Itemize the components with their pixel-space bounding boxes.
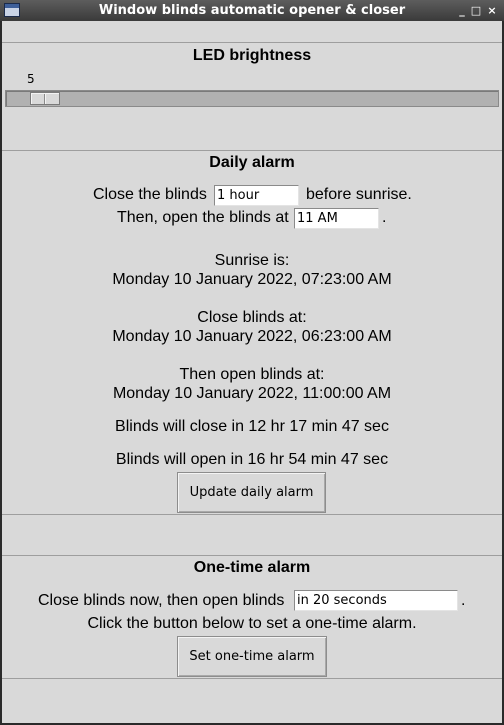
close-icon[interactable]: × xyxy=(485,0,499,21)
close-countdown: Blinds will close in 12 hr 17 min 47 sec xyxy=(115,418,389,435)
one-time-prefix: Close blinds now, then open blinds xyxy=(38,592,285,609)
slider-value-label: 5 xyxy=(27,72,35,86)
one-time-suffix: . xyxy=(461,592,466,609)
close-at-value: Monday 10 January 2022, 06:23:00 AM xyxy=(112,328,392,345)
one-time-instruction: Click the button below to set a one-time… xyxy=(87,615,417,632)
open-countdown: Blinds will open in 16 hr 54 min 47 sec xyxy=(115,451,389,468)
slider-thumb[interactable] xyxy=(30,92,60,105)
open-blinds-suffix: . xyxy=(382,209,387,226)
maximize-icon[interactable]: □ xyxy=(469,0,483,21)
sunrise-value: Monday 10 January 2022, 07:23:00 AM xyxy=(112,271,392,288)
open-blinds-prefix: Then, open the blinds at xyxy=(117,209,289,226)
daily-alarm-heading: Daily alarm xyxy=(209,154,295,171)
close-blinds-prefix: Close the blinds xyxy=(93,186,207,203)
open-at-label: Then open blinds at: xyxy=(179,366,325,383)
divider xyxy=(2,514,502,515)
one-time-alarm-heading: One-time alarm xyxy=(193,559,311,576)
window-title: Window blinds automatic opener & closer xyxy=(98,3,406,18)
update-daily-alarm-button[interactable]: Update daily alarm xyxy=(177,472,326,513)
open-at-value: Monday 10 January 2022, 11:00:00 AM xyxy=(112,385,392,402)
divider xyxy=(2,42,502,43)
close-offset-field[interactable]: 1 hour xyxy=(214,185,299,206)
close-at-label: Close blinds at: xyxy=(197,309,307,326)
divider xyxy=(2,555,502,556)
open-time-field[interactable]: 11 AM xyxy=(294,208,379,229)
led-brightness-heading: LED brightness xyxy=(192,47,312,64)
one-time-delay-field[interactable]: in 20 seconds xyxy=(294,590,458,611)
divider xyxy=(2,678,502,679)
minimize-icon[interactable]: _ xyxy=(455,0,469,21)
sunrise-label: Sunrise is: xyxy=(214,252,290,269)
close-blinds-suffix: before sunrise. xyxy=(306,186,412,203)
app-icon[interactable] xyxy=(4,3,20,17)
led-brightness-slider[interactable] xyxy=(5,90,499,107)
divider xyxy=(2,150,502,151)
set-one-time-alarm-button[interactable]: Set one-time alarm xyxy=(177,636,327,677)
title-bar[interactable]: Window blinds automatic opener & closer … xyxy=(0,0,504,21)
